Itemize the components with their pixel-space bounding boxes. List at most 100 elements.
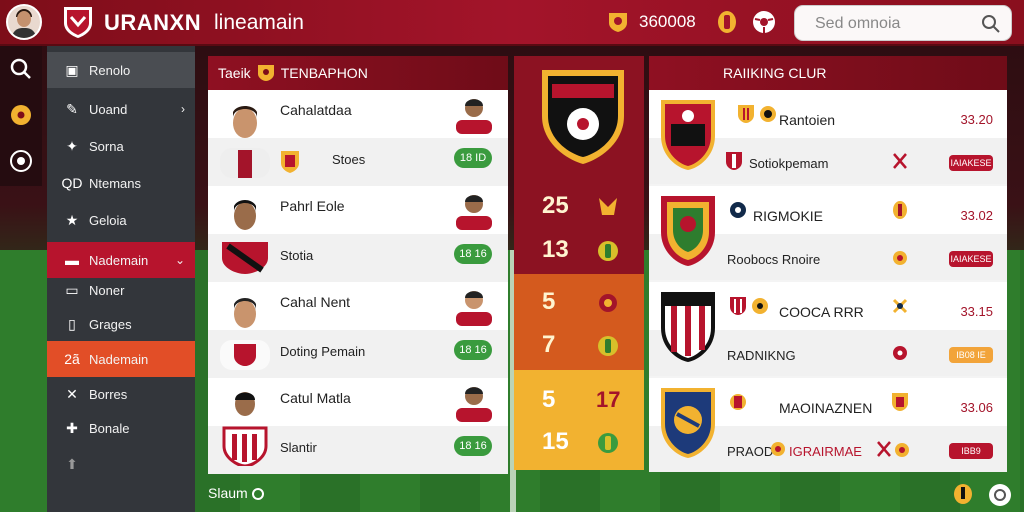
sidebar-item-nademain-active[interactable]: 2ã Nademain [47, 341, 195, 377]
sidebar-item-sorna[interactable]: ✦ Sorna [47, 128, 195, 164]
club-name: RIGMOKIE [753, 208, 824, 224]
club-crest-icon [661, 100, 715, 170]
rail-search-icon[interactable] [6, 54, 36, 84]
player-portrait [222, 200, 268, 274]
flame-icon [893, 251, 907, 265]
rail-ball-icon[interactable] [6, 100, 36, 130]
trophy-icon[interactable] [952, 483, 974, 505]
stats-panel: 25 13 5 7 5 17 15 [514, 56, 644, 470]
club-crest-icon [281, 151, 299, 173]
club-sub-2: IGRAIRMAE [789, 444, 862, 459]
club-name: Rantoien [779, 112, 836, 128]
club-mini-crest-icon [738, 105, 754, 123]
star-icon: ★ [65, 211, 79, 228]
qd-icon: QD [61, 175, 83, 191]
club-crest-large-icon [542, 70, 624, 164]
club-card[interactable]: RIGMOKIE 33.02 Roobocs Rnoire IAIAKESE [649, 186, 1007, 280]
club-mini-crest-icon [726, 152, 742, 170]
player-mini-icon [456, 99, 492, 134]
stat-cell: 25 [514, 182, 644, 230]
sidebar-item-label: Nademain [89, 252, 149, 268]
football-icon[interactable] [752, 10, 776, 34]
player-card[interactable]: Cahalatdaa Stoes 18 ID [208, 90, 508, 186]
club-value: 33.06 [960, 400, 993, 415]
sidebar-item-label: Geloia [89, 212, 127, 228]
player-portrait [220, 298, 270, 370]
search-box[interactable] [794, 5, 1012, 41]
club-crest-icon [661, 388, 715, 458]
medal-icon [598, 433, 618, 453]
club-logo-icon [64, 7, 92, 38]
team-panel-title: Taeik [218, 65, 251, 81]
brand-subtitle: lineamain [214, 11, 304, 34]
club-crest-icon [661, 196, 715, 266]
player-value-pill[interactable]: 18 16 [454, 340, 492, 360]
sidebar-item-noner[interactable]: ▭ Noner [47, 272, 195, 308]
search-input[interactable] [815, 14, 975, 34]
sidebar-item-label: Borres [89, 386, 128, 402]
rail-football-icon[interactable] [6, 146, 36, 176]
sidebar-item-extra[interactable]: ⬆ [47, 446, 195, 482]
monitor-icon: ▭ [65, 281, 79, 298]
team-panel-header: Taeik TENBAPHON [208, 56, 508, 90]
sidebar-item-ntemans[interactable]: QD Ntemans [47, 165, 195, 201]
window-icon: ▬ [65, 252, 79, 268]
arrow-icon: ⬆ [66, 455, 78, 472]
sidebar-item-label: Nademain [89, 351, 149, 367]
stat-value: 5 [542, 386, 556, 413]
stat-cell: 5 [514, 278, 644, 326]
sidebar-item-bonale[interactable]: ✚ Bonale [47, 410, 195, 446]
phone-icon: ▯ [68, 315, 76, 332]
sidebar-item-grages[interactable]: ▯ Grages [47, 306, 195, 342]
coins-count: 360008 [639, 12, 696, 31]
sidebar-item-label: Noner [89, 282, 125, 298]
ranking-panel-title: RAIIKING CLUR [723, 65, 827, 81]
crest-icon [257, 65, 274, 81]
sidebar-item-renolo[interactable]: ▣ Renolo [47, 52, 195, 88]
sidebar-item-borres[interactable]: ✕ Borres [47, 376, 195, 412]
player-card[interactable]: Catul Matla Slantir 18 16 [208, 378, 508, 474]
footer-ring-icon [251, 488, 264, 501]
chevron-down-icon: ⌄ [174, 253, 185, 267]
player-value-pill[interactable]: 18 ID [454, 148, 492, 168]
trophy-icon [599, 198, 617, 215]
club-sub: Sotiokpemam [749, 156, 829, 171]
player-mini-icon [456, 195, 492, 230]
club-badge: IB08 IE [949, 347, 993, 363]
sidebar-item-geloia[interactable]: ★ Geloia [47, 202, 195, 238]
footer-label: Slaum [208, 485, 248, 501]
player-name: Cahalatdaa [280, 102, 352, 118]
search-icon[interactable] [981, 14, 1001, 34]
player-sub: Stotia [280, 248, 314, 263]
sidebar-item-uoand[interactable]: ✎ Uoand › [47, 91, 195, 127]
arrows-icon [892, 298, 908, 314]
crossed-icon [893, 153, 907, 169]
sidebar-item-label: Grages [89, 316, 132, 332]
player-card[interactable]: Pahrl Eole Stotia 18 16 [208, 186, 508, 282]
club-card[interactable]: MAOINAZNEN 33.06 PRAOD IGRAIRMAE IBB9 [649, 378, 1007, 472]
club-card[interactable]: Rantoien 33.20 Sotiokpemam IAIAKESE [649, 90, 1007, 184]
sidebar-item-label: Bonale [89, 420, 130, 436]
stat-value: 5 [542, 288, 556, 315]
player-value-pill[interactable]: 18 16 [454, 436, 492, 456]
trophy-icon[interactable] [716, 10, 738, 34]
player-mini-icon [456, 291, 492, 326]
player-card[interactable]: Cahal Nent Doting Pemain 18 16 [208, 282, 508, 378]
player-value-pill[interactable]: 18 16 [454, 244, 492, 264]
player-mini-icon [456, 387, 492, 422]
club-name: MAOINAZNEN [779, 400, 873, 416]
avatar[interactable] [6, 4, 42, 40]
sidebar-item-label: Renolo [89, 62, 131, 78]
ball-icon [599, 294, 617, 312]
settings-icon[interactable] [988, 483, 1012, 507]
stat-cell: 15 [514, 418, 644, 466]
ranking-panel-header: RAIIKING CLUR [649, 56, 1007, 90]
card-icon: ▣ [65, 61, 79, 78]
brand-title: URANXN [104, 10, 202, 35]
tag-icon: ✦ [66, 137, 78, 154]
club-mini-crest-icon [730, 297, 746, 315]
club-card[interactable]: COOCA RRR 33.15 RADNIKNG IB08 IE [649, 282, 1007, 376]
footer-text[interactable]: Slaum [208, 485, 264, 501]
club-badge: IAIAKESE [949, 251, 993, 267]
shield-icon [892, 393, 908, 411]
